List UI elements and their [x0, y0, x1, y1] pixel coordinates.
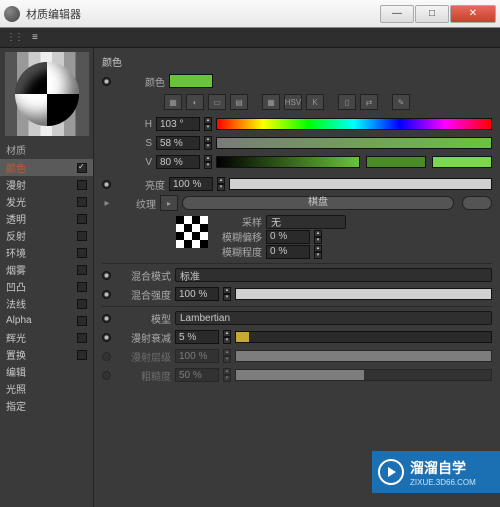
radio-color[interactable]	[102, 77, 111, 86]
mode-icon[interactable]: K	[306, 94, 324, 110]
sidebar-item-fog[interactable]: 烟雾	[0, 261, 93, 278]
h-input[interactable]: 103 °	[156, 117, 200, 131]
sidebar-item-normal[interactable]: 法线	[0, 295, 93, 312]
mode-icon[interactable]: ▯	[338, 94, 356, 110]
section-header: 颜色	[102, 52, 492, 73]
sidebar-item-reflection[interactable]: 反射	[0, 227, 93, 244]
texture-button[interactable]: 棋盘	[182, 196, 454, 210]
sidebar-item-displacement[interactable]: 置换	[0, 346, 93, 363]
val-slider[interactable]	[216, 156, 360, 168]
s-spinner[interactable]: ▴▾	[204, 136, 212, 150]
menu-item[interactable]: ≡	[32, 32, 38, 43]
mode-icon[interactable]: ▦	[164, 94, 182, 110]
sidebar-item-illum[interactable]: 光照	[0, 380, 93, 397]
watermark: 溜溜自学 ZIXUE.3D66.COM	[372, 451, 500, 493]
texture-label: 纹理	[116, 196, 156, 211]
h-label: H	[118, 119, 152, 130]
color-mode-toolbar: ▦ ◐ ▭ ▤ ▦ HSV K ▯ ⇄ ✎	[102, 92, 492, 116]
expand-icon[interactable]: ▸	[102, 198, 112, 209]
mode-icon[interactable]: ▤	[230, 94, 248, 110]
mode-icon[interactable]: ▭	[208, 94, 226, 110]
mode-icon[interactable]: ▦	[262, 94, 280, 110]
sidebar-item-alpha[interactable]: Alpha	[0, 312, 93, 329]
model-dropdown[interactable]: Lambertian	[175, 311, 492, 325]
sat-slider[interactable]	[216, 137, 492, 149]
texture-menu-icon[interactable]: ▸	[160, 195, 178, 211]
s-label: S	[118, 138, 152, 149]
mix-strength-slider[interactable]	[235, 288, 492, 300]
sample-dropdown[interactable]: 无	[266, 215, 346, 229]
brightness-input[interactable]: 100 %	[169, 177, 213, 191]
maximize-button[interactable]: □	[415, 5, 449, 23]
mix-mode-dropdown[interactable]: 标准	[175, 268, 492, 282]
sidebar: 材质 颜色 漫射 发光 透明 反射 环境 烟雾 凹凸 法线 Alpha 辉光 置…	[0, 48, 94, 507]
sidebar-header: 材质	[0, 140, 93, 159]
grip-icon[interactable]	[6, 32, 22, 43]
v-label: V	[118, 157, 152, 168]
h-spinner[interactable]: ▴▾	[204, 117, 212, 131]
eyedropper-icon[interactable]: ✎	[392, 94, 410, 110]
mode-icon[interactable]: ◐	[186, 94, 204, 110]
hue-slider[interactable]	[216, 118, 492, 130]
sidebar-item-diffuse[interactable]: 漫射	[0, 176, 93, 193]
color-label: 颜色	[115, 74, 165, 89]
v-spinner[interactable]: ▴▾	[204, 155, 212, 169]
checkbox-icon[interactable]	[77, 163, 87, 173]
brightness-label: 亮度	[115, 177, 165, 192]
falloff-slider[interactable]	[235, 331, 492, 343]
sidebar-item-luminance[interactable]: 发光	[0, 193, 93, 210]
radio-brightness[interactable]	[102, 180, 111, 189]
blur-scale-input[interactable]: 0 %	[266, 245, 310, 259]
v-input[interactable]: 80 %	[156, 155, 200, 169]
color-swatch[interactable]	[169, 74, 213, 88]
titlebar: 材质编辑器 — □ ✕	[0, 0, 500, 28]
sidebar-item-assign[interactable]: 指定	[0, 397, 93, 414]
minimize-button[interactable]: —	[380, 5, 414, 23]
texture-clear-button[interactable]	[462, 196, 492, 210]
sidebar-item-glow[interactable]: 辉光	[0, 329, 93, 346]
sidebar-item-bump[interactable]: 凹凸	[0, 278, 93, 295]
play-icon	[378, 459, 404, 485]
sidebar-item-environment[interactable]: 环境	[0, 244, 93, 261]
s-input[interactable]: 58 %	[156, 136, 200, 150]
blur-offset-input[interactable]: 0 %	[266, 230, 310, 244]
app-icon	[4, 6, 20, 22]
sidebar-item-color[interactable]: 颜色	[0, 159, 93, 176]
swap-icon[interactable]: ⇄	[360, 94, 378, 110]
window-title: 材质编辑器	[26, 6, 379, 22]
close-button[interactable]: ✕	[450, 5, 496, 23]
sidebar-item-edit[interactable]: 编辑	[0, 363, 93, 380]
content-panel: 颜色 颜色 ▦ ◐ ▭ ▤ ▦ HSV K ▯ ⇄ ✎ H 103 ° ▴▾	[94, 48, 500, 507]
sidebar-item-transparency[interactable]: 透明	[0, 210, 93, 227]
falloff-input[interactable]: 5 %	[175, 330, 219, 344]
hsv-button[interactable]: HSV	[284, 94, 302, 110]
texture-preview[interactable]	[176, 216, 208, 248]
menubar: ≡	[0, 28, 500, 48]
mix-strength-input[interactable]: 100 %	[175, 287, 219, 301]
brightness-slider[interactable]	[229, 178, 492, 190]
material-preview[interactable]	[5, 52, 89, 136]
